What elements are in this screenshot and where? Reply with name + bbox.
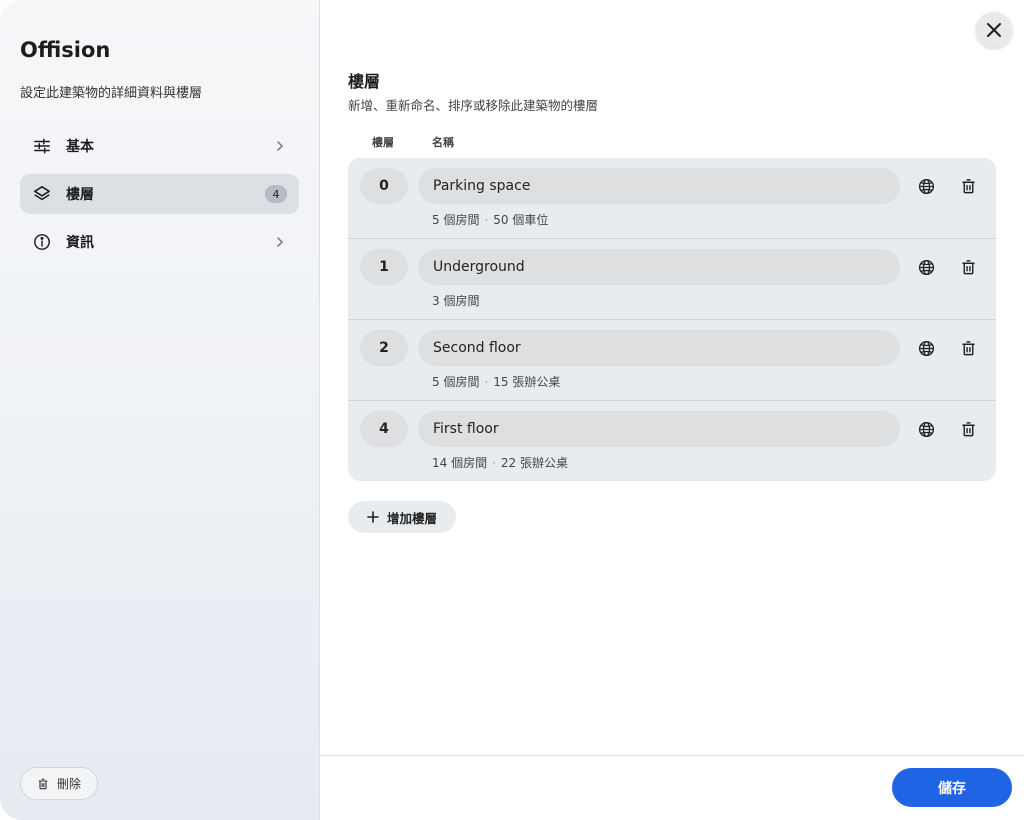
floor-name-input[interactable]: Second floor [418, 330, 900, 366]
trash-icon[interactable] [958, 338, 978, 358]
building-name: Offision [20, 38, 111, 62]
add-floor-label: 增加樓層 [386, 510, 437, 526]
floor-row: 1 Underground 3 個房間 [348, 239, 996, 320]
meta-separator: · [484, 213, 489, 227]
add-floor-button[interactable]: 增加樓層 [348, 501, 456, 533]
floor-meta: 14 個房間 · 22 張辦公桌 [432, 454, 568, 471]
floor-room-count: 5 個房間 [432, 375, 480, 389]
close-icon [987, 23, 1001, 37]
floor-number-field[interactable]: 4 [360, 411, 408, 447]
save-button[interactable]: 儲存 [892, 768, 1012, 807]
floor-row: 2 Second floor 5 個房間 · 15 張辦公桌 [348, 320, 996, 401]
layers-icon [32, 184, 52, 204]
sidebar-nav: 基本 樓層 4 資訊 [20, 126, 299, 270]
sidebar-item-floors[interactable]: 樓層 4 [20, 174, 299, 214]
floor-number-field[interactable]: 0 [360, 168, 408, 204]
footer-divider [320, 755, 1024, 756]
sidebar-subtitle: 設定此建築物的詳細資料與樓層 [20, 86, 203, 101]
floor-capacity: 22 張辦公桌 [500, 456, 569, 470]
delete-building-button[interactable]: 刪除 [20, 767, 98, 800]
page-subtitle: 新增、重新命名、排序或移除此建築物的樓層 [348, 98, 599, 113]
chevron-right-icon [277, 237, 284, 247]
floor-meta: 5 個房間 · 50 個車位 [432, 211, 548, 228]
sidebar-item-label: 樓層 [66, 187, 94, 203]
floor-row: 0 Parking space 5 個房間 · 50 個車位 [348, 158, 996, 239]
chevron-right-icon [277, 141, 284, 151]
floor-room-count: 5 個房間 [432, 213, 480, 227]
floor-name-input[interactable]: Parking space [418, 168, 900, 204]
floor-number-field[interactable]: 2 [360, 330, 408, 366]
main-panel: 樓層 新增、重新命名、排序或移除此建築物的樓層 樓層 名稱 0 Parking … [320, 0, 1024, 820]
trash-icon[interactable] [958, 176, 978, 196]
column-header-floor: 樓層 [372, 136, 394, 149]
plus-icon [367, 511, 379, 523]
floor-row: 4 First floor 14 個房間 · 22 張辦公桌 [348, 401, 996, 481]
floor-name-input[interactable]: First floor [418, 411, 900, 447]
sliders-icon [32, 136, 52, 156]
info-icon [32, 232, 52, 252]
close-button[interactable] [976, 12, 1012, 48]
floor-list: 0 Parking space 5 個房間 · 50 個車位 1 Undergrou… [348, 158, 996, 481]
column-header-name: 名稱 [432, 136, 454, 149]
floor-name-input[interactable]: Underground [418, 249, 900, 285]
globe-icon[interactable] [916, 176, 936, 196]
meta-separator: · [484, 375, 489, 389]
floor-room-count: 3 個房間 [432, 294, 480, 308]
floor-capacity: 15 張辦公桌 [493, 375, 561, 389]
sidebar-item-label: 基本 [66, 139, 94, 155]
trash-icon[interactable] [958, 257, 978, 277]
meta-separator: · [492, 456, 496, 470]
trash-icon[interactable] [958, 419, 978, 439]
globe-icon[interactable] [916, 419, 936, 439]
globe-icon[interactable] [916, 257, 936, 277]
floor-count-badge: 4 [265, 185, 287, 203]
building-settings-modal: Offision 設定此建築物的詳細資料與樓層 基本 樓層 4 資訊 刪除 樓層… [0, 0, 1024, 820]
floor-capacity: 50 個車位 [493, 213, 549, 227]
sidebar-item-basic[interactable]: 基本 [20, 126, 299, 166]
page-title: 樓層 [348, 72, 381, 91]
delete-building-label: 刪除 [56, 777, 81, 791]
trash-icon [38, 778, 48, 789]
globe-icon[interactable] [916, 338, 936, 358]
floor-room-count: 14 個房間 [432, 456, 488, 470]
floor-number-field[interactable]: 1 [360, 249, 408, 285]
sidebar: Offision 設定此建築物的詳細資料與樓層 基本 樓層 4 資訊 刪除 [0, 0, 320, 820]
sidebar-item-label: 資訊 [66, 235, 94, 251]
sidebar-item-info[interactable]: 資訊 [20, 222, 299, 262]
floor-meta: 5 個房間 · 15 張辦公桌 [432, 373, 560, 390]
floor-meta: 3 個房間 [432, 292, 479, 309]
